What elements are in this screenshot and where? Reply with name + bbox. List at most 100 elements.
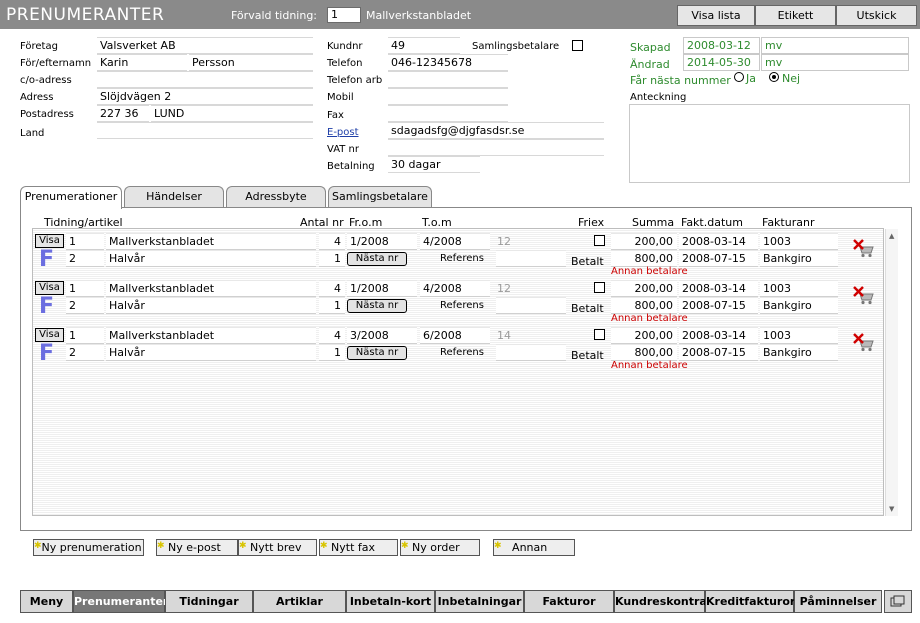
row-article[interactable]: Mallverkstanbladet <box>106 327 316 344</box>
mobile-field[interactable] <box>388 88 508 105</box>
nav-inbetalningar[interactable]: Inbetalningar <box>435 590 524 613</box>
first-name-field[interactable]: Karin <box>97 54 187 71</box>
nav-kundreskontra[interactable]: Kundreskontra <box>614 590 707 613</box>
row-qty[interactable]: 4 <box>319 233 345 250</box>
fax-field[interactable] <box>388 105 508 122</box>
new-email-button[interactable]: ✱ Ny e-post <box>156 539 238 556</box>
reference-field[interactable] <box>496 297 566 314</box>
row-plan[interactable]: Halvår <box>106 297 316 314</box>
vat-field[interactable] <box>388 139 604 156</box>
utskick-button[interactable]: Utskick <box>836 5 917 26</box>
row-inv-nr[interactable]: 1003 <box>760 280 838 297</box>
friex-checkbox[interactable] <box>594 282 605 293</box>
phone-work-field[interactable] <box>388 71 508 88</box>
visa-button[interactable]: Visa <box>35 234 64 248</box>
row-inv-date[interactable]: 2008-03-14 <box>679 233 758 250</box>
row-qty2[interactable]: 1 <box>319 297 345 314</box>
etikett-button[interactable]: Etikett <box>755 5 836 26</box>
co-field[interactable] <box>97 71 313 88</box>
reference-field[interactable] <box>496 250 566 267</box>
nav-artiklar[interactable]: Artiklar <box>253 590 346 613</box>
row-sum[interactable]: 200,00 <box>611 280 677 297</box>
row-inv-date[interactable]: 2008-03-14 <box>679 327 758 344</box>
friex-checkbox[interactable] <box>594 235 605 246</box>
other-payer-link[interactable]: Annan betalare <box>611 360 688 371</box>
row-plan[interactable]: Halvår <box>106 344 316 361</box>
row-qty2[interactable]: 1 <box>319 344 345 361</box>
row-inv-nr[interactable]: 1003 <box>760 327 838 344</box>
row-paid-sum[interactable]: 800,00 <box>611 344 677 361</box>
row-inv-nr[interactable]: 1003 <box>760 233 838 250</box>
scroll-up-icon[interactable]: ▲ <box>889 232 894 240</box>
visa-lista-button[interactable]: Visa lista <box>677 5 755 26</box>
new-fax-button[interactable]: ✱ Nytt fax <box>319 539 398 556</box>
other-payer-link[interactable]: Annan betalare <box>611 313 688 324</box>
postal-code-field[interactable]: 227 36 <box>97 105 149 122</box>
row-plan[interactable]: Halvår <box>106 250 316 267</box>
row-from[interactable]: 1/2008 <box>347 280 417 297</box>
next-number-no-radio[interactable] <box>769 72 779 82</box>
email-field[interactable]: sdagadsfg@djgfasdsr.se <box>388 122 604 139</box>
nav-inbetaln-kort[interactable]: Inbetaln-kort <box>346 590 435 613</box>
phone-field[interactable]: 046-12345678 <box>388 54 508 71</box>
tab-samlingsbetalare[interactable]: Samlingsbetalare <box>328 186 432 207</box>
row-qty[interactable]: 4 <box>319 280 345 297</box>
nav-meny[interactable]: Meny <box>20 590 73 613</box>
samlingsbetalare-checkbox[interactable] <box>572 40 583 51</box>
email-link[interactable]: E-post <box>327 127 359 138</box>
row-paid-sum[interactable]: 800,00 <box>611 297 677 314</box>
city-field[interactable]: LUND <box>151 105 313 122</box>
visa-button[interactable]: Visa <box>35 281 64 295</box>
tab-prenumerationer[interactable]: Prenumerationer <box>20 186 122 209</box>
nav-prenumeranter[interactable]: Prenumeranter <box>73 590 168 613</box>
address-field[interactable]: Slöjdvägen 2 <box>97 88 313 105</box>
scroll-down-icon[interactable]: ▼ <box>889 505 894 513</box>
visa-button[interactable]: Visa <box>35 328 64 342</box>
row-paid-sum[interactable]: 800,00 <box>611 250 677 267</box>
default-paper-input[interactable]: 1 <box>327 7 361 23</box>
row-paid-via[interactable]: Bankgiro <box>760 297 838 314</box>
payment-field[interactable]: 30 dagar <box>388 156 480 173</box>
row-sum[interactable]: 200,00 <box>611 233 677 250</box>
row-to[interactable]: 4/2008 <box>420 280 490 297</box>
row-from[interactable]: 1/2008 <box>347 233 417 250</box>
other-payer-link[interactable]: Annan betalare <box>611 266 688 277</box>
row-to[interactable]: 6/2008 <box>420 327 490 344</box>
row-article[interactable]: Mallverkstanbladet <box>106 233 316 250</box>
row-paid-date[interactable]: 2008-07-15 <box>679 297 758 314</box>
row-sum[interactable]: 200,00 <box>611 327 677 344</box>
company-field[interactable]: Valsverket AB <box>97 37 313 54</box>
delete-cart-icon[interactable] <box>852 332 876 352</box>
other-button[interactable]: ✱ Annan <box>493 539 575 556</box>
reference-field[interactable] <box>496 344 566 361</box>
row-qty2[interactable]: 1 <box>319 250 345 267</box>
window-toggle-button[interactable] <box>884 590 912 613</box>
new-letter-button[interactable]: ✱ Nytt brev <box>238 539 317 556</box>
nav-tidningar[interactable]: Tidningar <box>165 590 253 613</box>
row-to[interactable]: 4/2008 <box>420 233 490 250</box>
delete-cart-icon[interactable] <box>852 238 876 258</box>
kundnr-field[interactable]: 49 <box>388 37 460 54</box>
tab-adressbyte[interactable]: Adressbyte <box>226 186 326 207</box>
row-article[interactable]: Mallverkstanbladet <box>106 280 316 297</box>
new-subscription-button[interactable]: ✱Ny prenumeration <box>33 539 144 556</box>
row-inv-date[interactable]: 2008-03-14 <box>679 280 758 297</box>
next-number-yes-radio[interactable] <box>734 72 744 82</box>
row-paid-via[interactable]: Bankgiro <box>760 250 838 267</box>
row-paid-date[interactable]: 2008-07-15 <box>679 250 758 267</box>
tab-handelser[interactable]: Händelser <box>124 186 224 207</box>
list-scrollbar[interactable]: ▲ ▼ <box>885 229 898 516</box>
friex-checkbox[interactable] <box>594 329 605 340</box>
nav-paminnelser[interactable]: Påminnelser <box>794 590 882 613</box>
delete-cart-icon[interactable] <box>852 285 876 305</box>
next-number-button[interactable]: Nästa nr <box>347 252 407 266</box>
new-order-button[interactable]: ✱ Ny order <box>400 539 480 556</box>
next-number-button[interactable]: Nästa nr <box>347 346 407 360</box>
notes-textarea[interactable] <box>629 104 910 183</box>
row-from[interactable]: 3/2008 <box>347 327 417 344</box>
row-paid-date[interactable]: 2008-07-15 <box>679 344 758 361</box>
row-qty[interactable]: 4 <box>319 327 345 344</box>
country-field[interactable] <box>97 122 313 139</box>
nav-fakturor[interactable]: Fakturor <box>524 590 614 613</box>
nav-kreditfakturor[interactable]: Kreditfakturor <box>705 590 795 613</box>
